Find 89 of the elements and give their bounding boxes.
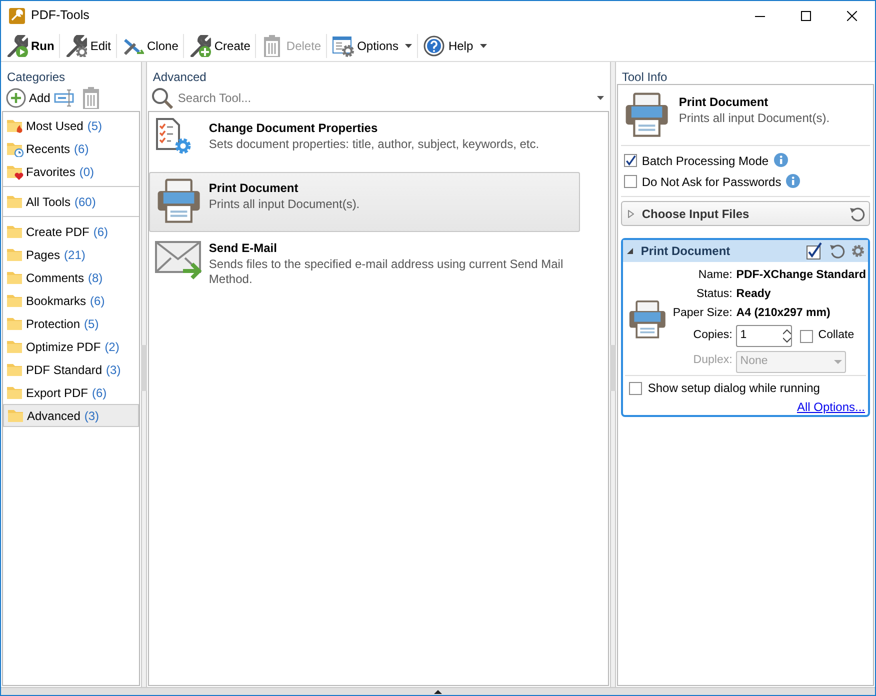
caret-icon <box>480 44 488 48</box>
category-item[interactable]: All Tools (60) <box>3 190 140 213</box>
app-logo-icon <box>9 8 25 24</box>
expand-triangle-icon <box>628 210 634 218</box>
search-icon <box>150 86 173 108</box>
tool-description: Prints all input Document(s). <box>678 111 830 126</box>
field-label: Copies: <box>692 328 732 344</box>
all-options-link[interactable]: All Options... <box>796 400 866 414</box>
field-label: Paper Size: <box>672 306 732 321</box>
add-button[interactable]: Add <box>6 88 50 108</box>
panel-title: Tool Info <box>620 69 668 84</box>
field-value: A4 (210x297 mm) <box>736 306 832 321</box>
trash-icon[interactable] <box>80 86 100 108</box>
plus-circle-icon <box>6 88 26 108</box>
checkbox-label: Collate <box>818 328 854 344</box>
section-header[interactable]: Choose Input Files <box>620 201 870 226</box>
tool-item[interactable]: Print Document Prints all input Document(s). <box>148 172 580 232</box>
info-icon[interactable] <box>774 153 789 168</box>
section-header[interactable]: Print Document <box>622 240 868 262</box>
tool-item[interactable]: Change Document Properties Sets document properties: title, author, subject, keywords, etc. <box>148 112 580 172</box>
folder-icon <box>6 361 24 378</box>
reset-icon[interactable] <box>849 206 866 222</box>
checkbox-tick-icon[interactable] <box>806 242 824 260</box>
toolbar-button[interactable]: Options <box>329 32 416 58</box>
toolbar-button[interactable]: Help <box>420 32 490 58</box>
category-item[interactable]: PDF Standard (3) <box>3 358 140 381</box>
folder-clock-icon <box>6 140 24 157</box>
checkbox-label: Show setup dialog while running <box>648 380 820 397</box>
search-field[interactable]: Search Tool... <box>176 88 594 108</box>
toolbar-button[interactable]: Run <box>3 32 58 58</box>
rename-icon[interactable] <box>54 88 76 108</box>
checkbox[interactable] <box>624 154 637 167</box>
toolbar-button[interactable]: Edit <box>62 32 114 58</box>
folder-icon <box>6 315 24 332</box>
folder-flame-icon <box>6 117 24 134</box>
dropdown-caret-icon[interactable] <box>597 96 604 100</box>
window-title: PDF-Tools <box>31 7 90 24</box>
checkbox[interactable] <box>628 382 642 394</box>
tool-item[interactable]: Send E-Mail Sends files to the specified e-mail address using current Send Mail Method. <box>148 232 580 292</box>
folder-icon <box>6 292 24 309</box>
info-icon[interactable] <box>786 174 802 189</box>
category-item[interactable]: Bookmarks (6) <box>3 289 140 312</box>
folder-icon <box>6 246 24 263</box>
folder-icon <box>6 338 24 355</box>
toolbar-button[interactable]: Clone <box>119 32 182 58</box>
field-value: PDF-XChange Standard <box>736 268 866 283</box>
field-label: Name: <box>697 268 732 283</box>
toolbar-button[interactable]: Create <box>186 32 254 58</box>
settings-icon[interactable] <box>850 243 866 259</box>
field-value: Ready <box>736 287 772 302</box>
field-label: Duplex: <box>692 353 732 368</box>
panel-title: Advanced <box>152 69 208 84</box>
folder-icon <box>6 223 24 240</box>
wrench-plus-icon <box>189 34 212 56</box>
caret-icon <box>834 360 842 364</box>
list-gear-icon <box>332 34 354 56</box>
wrench-play-icon <box>6 34 28 56</box>
field-label: Status: <box>695 286 732 302</box>
checkbox[interactable] <box>624 175 637 188</box>
checkbox-label: Do Not Ask for Passwords <box>642 174 782 190</box>
folder-icon <box>6 384 24 401</box>
checkbox-label: Batch Processing Mode <box>642 152 769 170</box>
caret-icon <box>405 44 412 48</box>
maximize-icon[interactable] <box>801 10 811 20</box>
tool-title: Print Document <box>678 94 770 111</box>
category-item[interactable]: Most Used (5) <box>3 114 140 137</box>
category-item[interactable]: Advanced (3) <box>3 404 140 427</box>
category-item[interactable]: Pages (21) <box>3 243 140 266</box>
collapse-arrow-icon[interactable] <box>434 690 442 694</box>
folder-heart-icon <box>6 163 24 180</box>
collapse-triangle-icon <box>626 248 633 254</box>
wrench-gear-icon <box>65 34 88 56</box>
panel-title: Categories <box>6 69 66 84</box>
spin-arrows-icon <box>783 329 792 343</box>
category-item[interactable]: Export PDF (6) <box>3 381 140 404</box>
category-item[interactable]: Recents (6) <box>3 137 140 160</box>
spin-field[interactable]: 1 <box>736 325 792 347</box>
category-item[interactable]: Comments (8) <box>3 266 140 289</box>
folder-icon <box>6 193 24 210</box>
close-icon[interactable] <box>847 10 857 20</box>
folder-icon <box>6 269 24 286</box>
category-item[interactable]: Optimize PDF (2) <box>3 335 140 358</box>
category-item[interactable]: Protection (5) <box>3 312 140 335</box>
checkbox[interactable] <box>800 330 814 342</box>
category-item[interactable]: Create PDF (6) <box>3 220 140 243</box>
help-icon <box>423 34 446 56</box>
reset-icon[interactable] <box>828 242 846 260</box>
category-item[interactable]: Favorites (0) <box>3 160 140 183</box>
folder-icon <box>7 407 25 424</box>
